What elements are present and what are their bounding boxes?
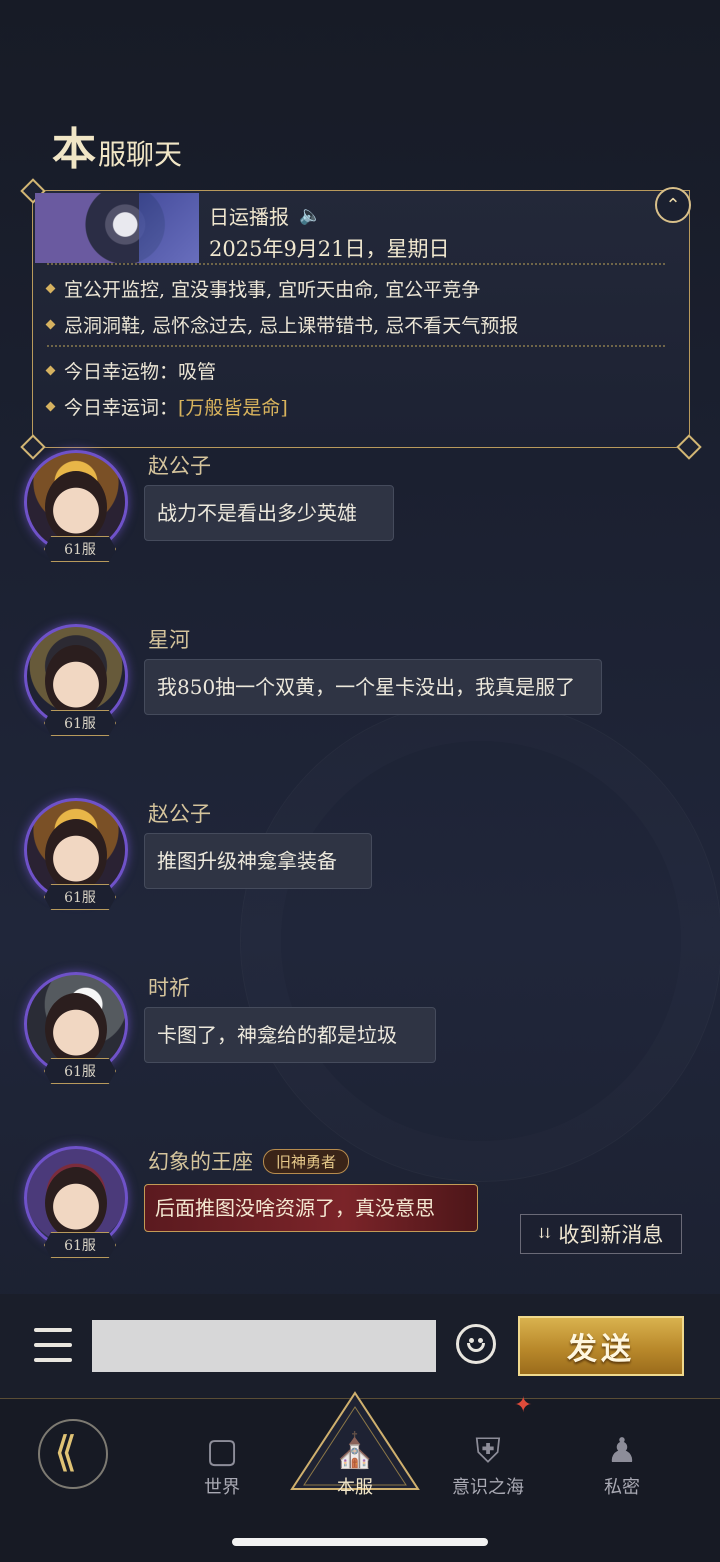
diamond-bullet-icon xyxy=(45,401,56,412)
page-title-big: 本 xyxy=(52,124,96,175)
avatar-face xyxy=(45,819,107,891)
avatar-face xyxy=(45,645,107,717)
tab-server-label: 本服 xyxy=(337,1477,373,1498)
message-bubble[interactable]: 卡图了，神龛给的都是垃圾 xyxy=(144,1007,436,1063)
username[interactable]: 时祈 xyxy=(148,972,190,1002)
menu-line xyxy=(34,1343,72,1347)
send-button[interactable]: 发送 xyxy=(518,1316,684,1376)
avatar-face xyxy=(45,471,107,543)
chat-message: 61服 时祈 卡图了，神龛给的都是垃圾 xyxy=(22,972,662,1092)
lucky-word-line: 今日幸运词：[万般皆是命] xyxy=(45,393,288,420)
emoji-button[interactable] xyxy=(456,1324,496,1364)
tab-server[interactable]: ⛪ 本服 xyxy=(295,1399,415,1499)
page-title-rest: 服聊天 xyxy=(98,138,183,171)
arrow-left-emblem-icon: ⟪ xyxy=(54,1427,78,1476)
avatar-face xyxy=(45,993,107,1065)
title-badge: 旧神勇者 xyxy=(263,1148,350,1174)
divider xyxy=(47,345,665,347)
daily-fortune-heading: 日运播报 🔈 xyxy=(209,201,321,230)
message-bubble[interactable]: 推图升级神龛拿装备 xyxy=(144,833,372,889)
collapse-button[interactable]: ⌃ xyxy=(655,187,691,223)
diamond-bullet-icon xyxy=(45,283,56,294)
chat-input[interactable] xyxy=(92,1320,436,1372)
fortune-good-text: 宜公开监控, 宜没事找事, 宜听天由命, 宜公平竞争 xyxy=(64,279,481,301)
daily-fortune-image xyxy=(35,193,199,263)
new-message-button[interactable]: ⇊ 收到新消息 xyxy=(520,1214,682,1254)
server-tag: 61服 xyxy=(44,536,116,562)
daily-heading-text: 日运播报 xyxy=(209,205,289,229)
lucky-word-label: 今日幸运词： xyxy=(64,397,179,419)
chat-input-bar: 发送 xyxy=(0,1294,720,1398)
username-text: 赵公子 xyxy=(148,802,211,826)
lucky-item-label: 今日幸运物： xyxy=(64,361,179,383)
menu-button[interactable] xyxy=(34,1328,72,1362)
username[interactable]: 幻象的王座 旧神勇者 xyxy=(148,1146,350,1176)
menu-line xyxy=(34,1358,72,1362)
fortune-bad-text: 忌洞洞鞋, 忌怀念过去, 忌上课带错书, 忌不看天气预报 xyxy=(64,315,519,337)
daily-date: 2025年9月21日，星期日 xyxy=(209,237,450,261)
menu-line xyxy=(34,1328,72,1332)
username-text: 星河 xyxy=(148,628,190,652)
divider xyxy=(47,263,665,265)
message-bubble[interactable]: 后面推图没啥资源了，真没意思 xyxy=(144,1184,478,1232)
fortune-bad-line: 忌洞洞鞋, 忌怀念过去, 忌上课带错书, 忌不看天气预报 xyxy=(45,311,519,338)
chat-bubble-icon: ▢ xyxy=(205,1431,239,1471)
chat-message: 61服 星河 我850抽一个双黄，一个星卡没出，我真是服了 xyxy=(22,624,662,754)
background-decoration xyxy=(240,700,720,1182)
lucky-item-value: 吸管 xyxy=(178,361,217,383)
new-message-label: 收到新消息 xyxy=(558,1223,664,1247)
speaker-icon[interactable]: 🔈 xyxy=(299,205,321,226)
tab-private-label: 私密 xyxy=(604,1477,640,1498)
server-tag: 61服 xyxy=(44,1058,116,1084)
tab-world[interactable]: ▢ 世界 xyxy=(162,1399,282,1499)
daily-fortune-card: 日运播报 🔈 2025年9月21日，星期日 ⌃ 宜公开监控, 宜没事找事, 宜听… xyxy=(20,178,702,460)
fortune-good-line: 宜公开监控, 宜没事找事, 宜听天由命, 宜公平竞争 xyxy=(45,275,481,302)
people-icon: ♟ xyxy=(606,1431,638,1471)
double-chevron-down-icon: ⇊ xyxy=(538,1226,551,1242)
diamond-bullet-icon xyxy=(45,365,56,376)
username-text: 时祈 xyxy=(148,976,190,1000)
tab-sea-label: 意识之海 xyxy=(452,1477,524,1498)
server-tag: 61服 xyxy=(44,884,116,910)
username[interactable]: 星河 xyxy=(148,624,190,654)
message-bubble[interactable]: 我850抽一个双黄，一个星卡没出，我真是服了 xyxy=(144,659,602,715)
smile-icon xyxy=(467,1343,485,1352)
username[interactable]: 赵公子 xyxy=(148,798,211,828)
username-text: 赵公子 xyxy=(148,454,211,478)
username[interactable]: 赵公子 xyxy=(148,450,211,480)
lucky-item-line: 今日幸运物：吸管 xyxy=(45,357,217,384)
chevron-up-icon: ⌃ xyxy=(665,194,681,216)
tab-consciousness-sea[interactable]: ⛨ 意识之海 xyxy=(428,1399,548,1499)
page-title: 本 服聊天 xyxy=(52,128,182,172)
avatar-face xyxy=(45,1167,107,1239)
tower-icon: ⛪ xyxy=(333,1431,377,1471)
server-tag: 61服 xyxy=(44,1232,116,1258)
lucky-word-value: [万般皆是命] xyxy=(178,397,288,419)
tab-world-label: 世界 xyxy=(204,1477,240,1498)
tab-private[interactable]: ♟ 私密 xyxy=(562,1399,682,1499)
shield-icon: ⛨ xyxy=(475,1431,501,1471)
server-tag: 61服 xyxy=(44,710,116,736)
diamond-bullet-icon xyxy=(45,319,56,330)
corner-ornament xyxy=(676,434,702,460)
home-indicator[interactable] xyxy=(232,1538,488,1546)
chat-message: 61服 赵公子 推图升级神龛拿装备 xyxy=(22,798,662,918)
username-text: 幻象的王座 xyxy=(148,1150,253,1174)
chat-message: 61服 赵公子 战力不是看出多少英雄 xyxy=(22,450,662,570)
message-bubble[interactable]: 战力不是看出多少英雄 xyxy=(144,485,394,541)
